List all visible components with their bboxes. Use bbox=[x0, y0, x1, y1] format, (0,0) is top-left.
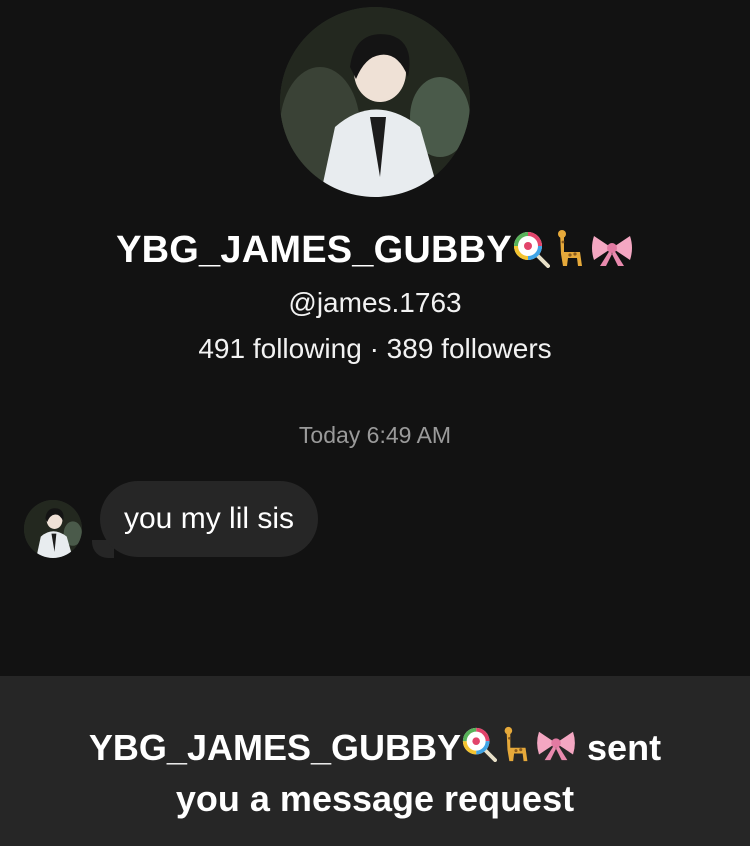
ribbon-icon bbox=[535, 726, 577, 774]
profile-stats: 491 following · 389 followers bbox=[198, 333, 552, 364]
ribbon-icon bbox=[590, 232, 634, 278]
message-request-screen: YBG_JAMES_GUBBY @james.1763 491 followin… bbox=[0, 0, 750, 846]
lollipop-icon bbox=[512, 230, 550, 278]
avatar-image bbox=[280, 7, 470, 197]
message-text: you my lil sis bbox=[124, 502, 295, 535]
profile-display-name: YBG_JAMES_GUBBY bbox=[0, 228, 750, 278]
request-message: you a message request bbox=[175, 778, 575, 820]
sender-avatar[interactable] bbox=[24, 500, 82, 558]
sender-avatar-image bbox=[24, 500, 82, 558]
profile-handle: @james.1763 bbox=[288, 287, 462, 318]
giraffe-icon bbox=[497, 725, 535, 775]
message-bubble[interactable]: you my lil sis bbox=[100, 481, 319, 557]
message-timestamp: Today 6:49 AM bbox=[298, 422, 452, 448]
display-name-text: YBG_JAMES_GUBBY bbox=[116, 229, 512, 271]
request-sender-name: YBG_JAMES_GUBBY bbox=[88, 727, 462, 768]
message-request-text: YBG_JAMES_GUBBY sent you a message reque… bbox=[0, 724, 750, 823]
lollipop-icon bbox=[461, 726, 498, 774]
request-action: sent bbox=[587, 727, 662, 768]
giraffe-icon bbox=[550, 228, 590, 278]
profile-avatar[interactable] bbox=[280, 7, 470, 197]
